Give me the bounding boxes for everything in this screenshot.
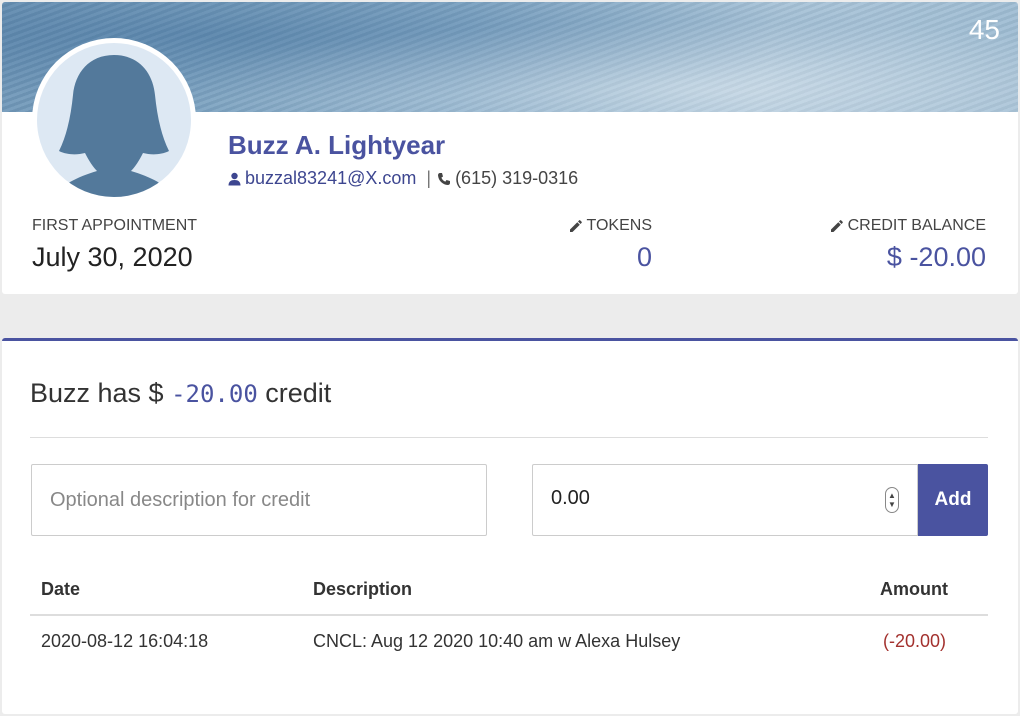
person-icon	[228, 172, 241, 185]
number-stepper[interactable]: ▲ ▼	[885, 487, 899, 513]
row-amount: (-20.00)	[882, 631, 946, 651]
stepper-down-icon[interactable]: ▼	[888, 500, 896, 509]
credit-summary-amount: -20.00	[171, 380, 258, 408]
avatar	[32, 38, 196, 202]
stepper-up-icon[interactable]: ▲	[888, 491, 896, 500]
tokens-edit-link[interactable]: TOKENS	[569, 217, 653, 235]
phone-link[interactable]: (615) 319-0316	[455, 168, 578, 189]
pencil-icon	[569, 220, 582, 232]
credit-amount-value: 0.00	[551, 487, 590, 509]
divider	[30, 437, 988, 438]
first-appointment-value: July 30, 2020	[32, 242, 193, 272]
contact-info: buzzal83241@X.com | (615) 319-0316	[228, 168, 578, 189]
add-credit-button[interactable]: Add	[918, 464, 988, 536]
customer-name: Buzz A. Lightyear	[228, 130, 446, 160]
column-header-date: Date	[41, 579, 81, 599]
credit-balance-edit-link[interactable]: CREDIT BALANCE	[830, 217, 986, 235]
tokens-label: TOKENS	[586, 217, 653, 234]
credit-summary-prefix: Buzz has $	[30, 378, 172, 408]
table-header-divider	[30, 614, 988, 616]
profile-card: 45 Buzz A. Lightyear buzzal83241@X.com |…	[2, 2, 1018, 294]
credit-amount-input[interactable]: 0.00 ▲ ▼	[532, 464, 918, 536]
pencil-icon	[830, 220, 843, 232]
phone-icon	[438, 172, 451, 185]
email-link[interactable]: buzzal83241@X.com	[245, 168, 416, 189]
first-appointment-label: FIRST APPOINTMENT	[32, 217, 198, 234]
column-header-description: Description	[313, 579, 413, 599]
column-header-amount: Amount	[880, 579, 948, 599]
credit-balance-value: $ -20.00	[886, 242, 986, 272]
row-description: CNCL: Aug 12 2020 10:40 am w Alexa Hulse…	[313, 631, 681, 651]
credit-description-input[interactable]	[31, 464, 487, 536]
credit-summary-suffix: credit	[257, 378, 332, 408]
tokens-value: 0	[636, 242, 652, 272]
credit-balance-label: CREDIT BALANCE	[847, 217, 986, 234]
contact-separator: |	[426, 168, 432, 188]
row-date: 2020-08-12 16:04:18	[41, 631, 209, 651]
credit-panel: Buzz has $ -20.00 credit 0.00 ▲ ▼ Add Da…	[2, 338, 1018, 714]
credit-summary: Buzz has $ -20.00 credit	[30, 378, 331, 409]
avatar-silhouette-icon	[53, 55, 175, 197]
badge-count: 45	[968, 14, 1000, 45]
